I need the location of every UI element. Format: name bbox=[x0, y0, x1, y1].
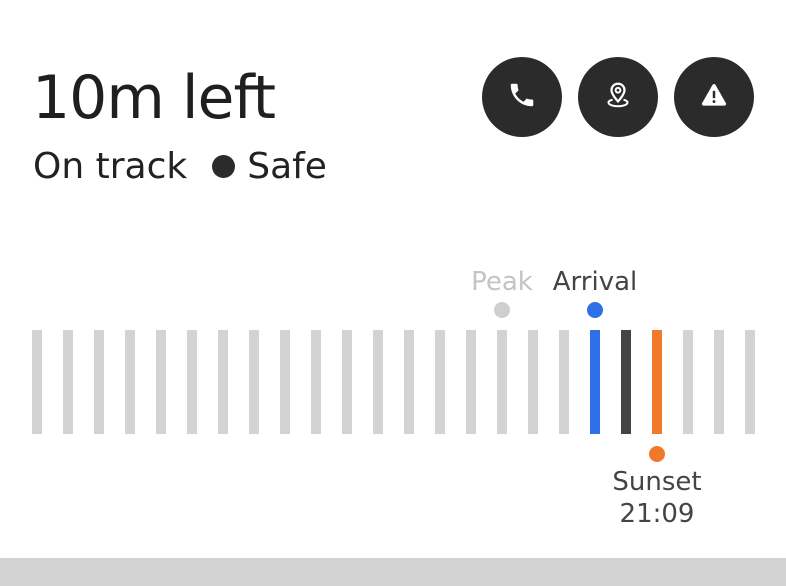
timeline-bar-now bbox=[621, 330, 631, 434]
call-button[interactable] bbox=[482, 57, 562, 137]
timeline-bar bbox=[745, 330, 755, 434]
timeline-bar bbox=[435, 330, 445, 434]
location-pin-icon bbox=[603, 80, 633, 114]
timeline-bar bbox=[311, 330, 321, 434]
timeline-bar bbox=[63, 330, 73, 434]
status-row: On track Safe bbox=[33, 144, 327, 188]
timeline-bar bbox=[683, 330, 693, 434]
phone-icon bbox=[507, 80, 537, 114]
timeline-bar bbox=[373, 330, 383, 434]
alert-button[interactable] bbox=[674, 57, 754, 137]
status-dot bbox=[212, 154, 236, 178]
action-buttons bbox=[482, 57, 754, 137]
peak-marker-dot bbox=[494, 302, 510, 318]
peak-marker-label: Peak bbox=[471, 267, 533, 297]
time-left-title: 10m left bbox=[32, 63, 276, 133]
footer-bar bbox=[0, 558, 786, 586]
timeline-bar bbox=[404, 330, 414, 434]
sunset-marker-time: 21:09 bbox=[619, 499, 695, 529]
timeline-bar bbox=[94, 330, 104, 434]
timeline-bar bbox=[342, 330, 352, 434]
timeline-bar-sunset bbox=[652, 330, 662, 434]
timeline-bar bbox=[714, 330, 724, 434]
timeline-bar bbox=[280, 330, 290, 434]
timeline: Peak Arrival Sunset 21:09 bbox=[0, 260, 786, 550]
arrival-marker-label: Arrival bbox=[552, 267, 638, 297]
timeline-bar-arrival bbox=[590, 330, 600, 434]
timeline-bar bbox=[156, 330, 166, 434]
timeline-bar bbox=[187, 330, 197, 434]
sunset-marker-dot bbox=[649, 446, 665, 462]
track-status: On track bbox=[33, 145, 188, 187]
timeline-bar bbox=[32, 330, 42, 434]
safety-status: Safe bbox=[247, 145, 327, 187]
arrival-marker-dot bbox=[587, 302, 603, 318]
timeline-bar bbox=[125, 330, 135, 434]
timeline-bar bbox=[559, 330, 569, 434]
warning-icon bbox=[699, 80, 729, 114]
timeline-bar bbox=[528, 330, 538, 434]
timeline-bar bbox=[466, 330, 476, 434]
timeline-bar bbox=[249, 330, 259, 434]
sunset-marker-label: Sunset bbox=[612, 467, 702, 497]
timeline-bar bbox=[218, 330, 228, 434]
timeline-bar-peak bbox=[497, 330, 507, 434]
share-location-button[interactable] bbox=[578, 57, 658, 137]
